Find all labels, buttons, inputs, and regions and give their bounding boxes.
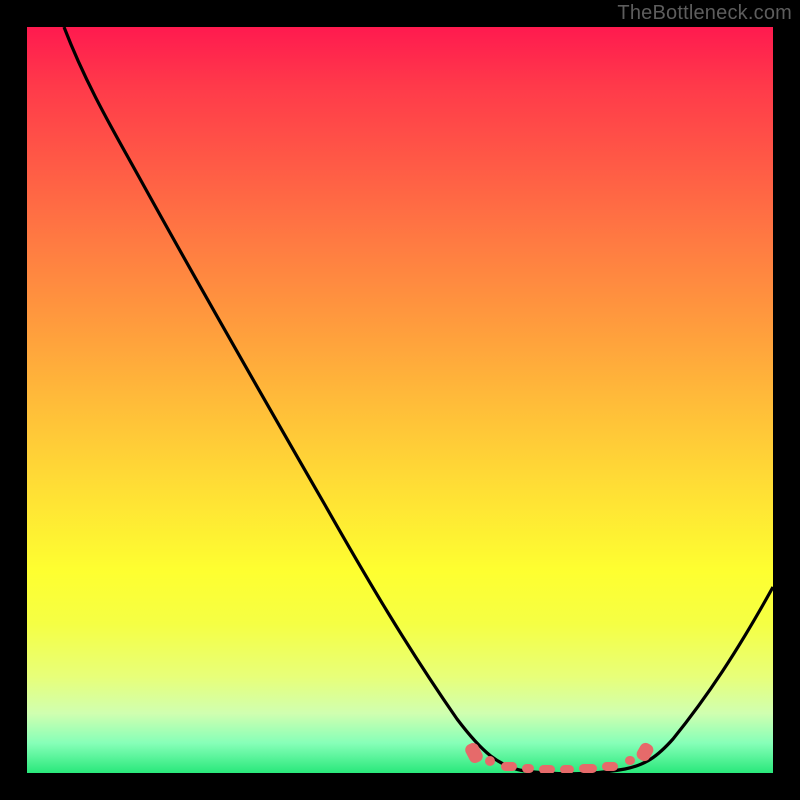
bottleneck-curve: [27, 27, 773, 773]
band-dot: [560, 765, 574, 773]
band-dot: [501, 762, 517, 771]
chart-frame: TheBottleneck.com: [0, 0, 800, 800]
band-dot: [602, 762, 618, 771]
band-dot: [522, 764, 534, 773]
band-dot: [539, 765, 555, 773]
plot-area: [27, 27, 773, 773]
band-dot: [485, 756, 495, 766]
curve-path: [64, 27, 773, 773]
band-dot: [579, 764, 597, 773]
band-dot: [625, 756, 635, 765]
watermark-text: TheBottleneck.com: [617, 2, 792, 25]
